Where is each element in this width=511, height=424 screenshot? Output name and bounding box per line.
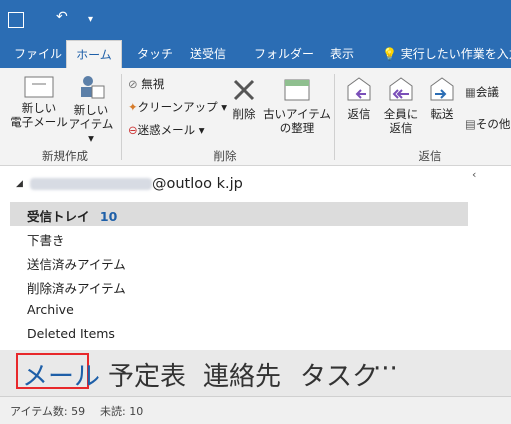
reply-icon: [347, 77, 371, 101]
nav-more[interactable]: ···: [373, 354, 398, 384]
expand-arrow-icon[interactable]: ◢: [16, 179, 23, 189]
unread-count: 未読: 10: [100, 405, 144, 418]
folder-pane: ‹ ◢ @outloo k.jp 受信トレイ 10 下書き 送信済みアイテム 削…: [0, 166, 511, 350]
ribbon: 新しい 電子メール 新しい アイテム ▾ 新規作成 ⊘ 無視 ✦クリーンアップ …: [0, 68, 511, 166]
tab-file[interactable]: ファイル: [14, 40, 62, 68]
more-respond-button[interactable]: ▤その他: [465, 116, 510, 132]
folder-inbox[interactable]: 受信トレイ 10: [27, 206, 117, 225]
new-items-icon: [81, 76, 105, 99]
reply-all-line1: 全員に: [383, 107, 419, 121]
group-delete-label: 削除: [213, 149, 237, 163]
more-respond-icon: ▤: [465, 117, 476, 131]
cleanup-icon: ✦: [128, 100, 138, 114]
meeting-icon: ▦: [465, 85, 476, 99]
reply-label: 返信: [347, 107, 371, 121]
group-new-label: 新規作成: [42, 149, 88, 163]
meeting-button[interactable]: ▦会議: [465, 84, 499, 100]
nav-mail[interactable]: メール: [22, 356, 100, 393]
tab-view[interactable]: 表示: [330, 40, 354, 68]
folder-sent[interactable]: 送信済みアイテム: [27, 254, 126, 273]
tab-send-receive[interactable]: 送受信: [190, 40, 226, 68]
folder-archive[interactable]: Archive: [27, 302, 74, 317]
quick-access-toolbar: ↶ ▾: [0, 0, 511, 40]
cleanup-button[interactable]: ✦クリーンアップ ▾: [128, 99, 227, 115]
forward-button[interactable]: 転送: [424, 76, 460, 121]
archive-button[interactable]: 古いアイテム の整理: [263, 76, 331, 135]
tab-home[interactable]: ホーム: [66, 40, 122, 69]
nav-calendar[interactable]: 予定表: [108, 356, 186, 393]
blurred-username: [30, 178, 152, 190]
nav-people[interactable]: 連絡先: [203, 356, 281, 393]
archive-line1: 古いアイテム: [263, 107, 331, 121]
folder-drafts[interactable]: 下書き: [27, 230, 65, 249]
reply-button[interactable]: 返信: [341, 76, 377, 121]
inbox-unread-count: 10: [99, 209, 118, 224]
folder-deleted-items[interactable]: Deleted Items: [27, 326, 115, 341]
ribbon-tabs: ファイル ホーム タッチ 送受信 フォルダー 表示 💡 実行したい作業を入力: [0, 40, 511, 69]
reply-all-button[interactable]: 全員に 返信: [380, 76, 422, 135]
new-item-line1: 新しい: [73, 103, 109, 117]
customize-qat-icon[interactable]: ▾: [88, 14, 93, 25]
divider: [334, 74, 335, 160]
junk-button[interactable]: ⊖迷惑メール ▾: [128, 122, 205, 138]
app-icon[interactable]: [8, 12, 24, 28]
reply-all-icon: [389, 77, 413, 101]
status-bar: アイテム数: 59 未読: 10: [0, 396, 511, 424]
inbox-label: 受信トレイ: [27, 209, 90, 224]
group-respond-label: 返信: [418, 149, 442, 163]
item-count: アイテム数: 59: [10, 405, 86, 418]
account-domain: @outloo k.jp: [152, 176, 243, 192]
ignore-icon: ⊘: [128, 77, 138, 91]
divider: [121, 74, 122, 160]
forward-label: 転送: [430, 107, 454, 121]
new-email-line2: 電子メール: [10, 115, 68, 129]
delete-x-icon: [233, 79, 255, 101]
delete-label: 削除: [232, 107, 256, 121]
new-item-line2: アイテム ▾: [68, 117, 114, 145]
tab-folder[interactable]: フォルダー: [254, 40, 314, 68]
envelope-icon: [24, 76, 54, 98]
archive-box-icon: [284, 79, 310, 101]
account-header[interactable]: @outloo k.jp: [30, 176, 243, 192]
tab-touch[interactable]: タッチ: [137, 40, 173, 68]
ignore-button[interactable]: ⊘ 無視: [128, 76, 164, 92]
new-email-button[interactable]: 新しい 電子メール: [10, 76, 68, 129]
new-item-button[interactable]: 新しい アイテム ▾: [68, 74, 114, 145]
navigation-bar: メール 予定表 連絡先 タスク ···: [0, 350, 511, 396]
undo-icon[interactable]: ↶: [56, 9, 68, 25]
lightbulb-icon: 💡: [382, 47, 397, 61]
nav-tasks[interactable]: タスク: [300, 356, 378, 393]
junk-icon: ⊖: [128, 123, 138, 137]
folder-deleted[interactable]: 削除済みアイテム: [27, 278, 126, 297]
forward-icon: [430, 77, 454, 101]
delete-button[interactable]: 削除: [225, 76, 263, 121]
reply-all-line2: 返信: [389, 121, 413, 135]
collapse-pane-icon[interactable]: ‹: [472, 168, 476, 181]
archive-line2: の整理: [279, 121, 315, 135]
new-email-line1: 新しい: [21, 101, 57, 115]
tell-me-box[interactable]: 💡 実行したい作業を入力: [382, 40, 511, 68]
tell-me-label: 実行したい作業を入力: [400, 47, 511, 61]
